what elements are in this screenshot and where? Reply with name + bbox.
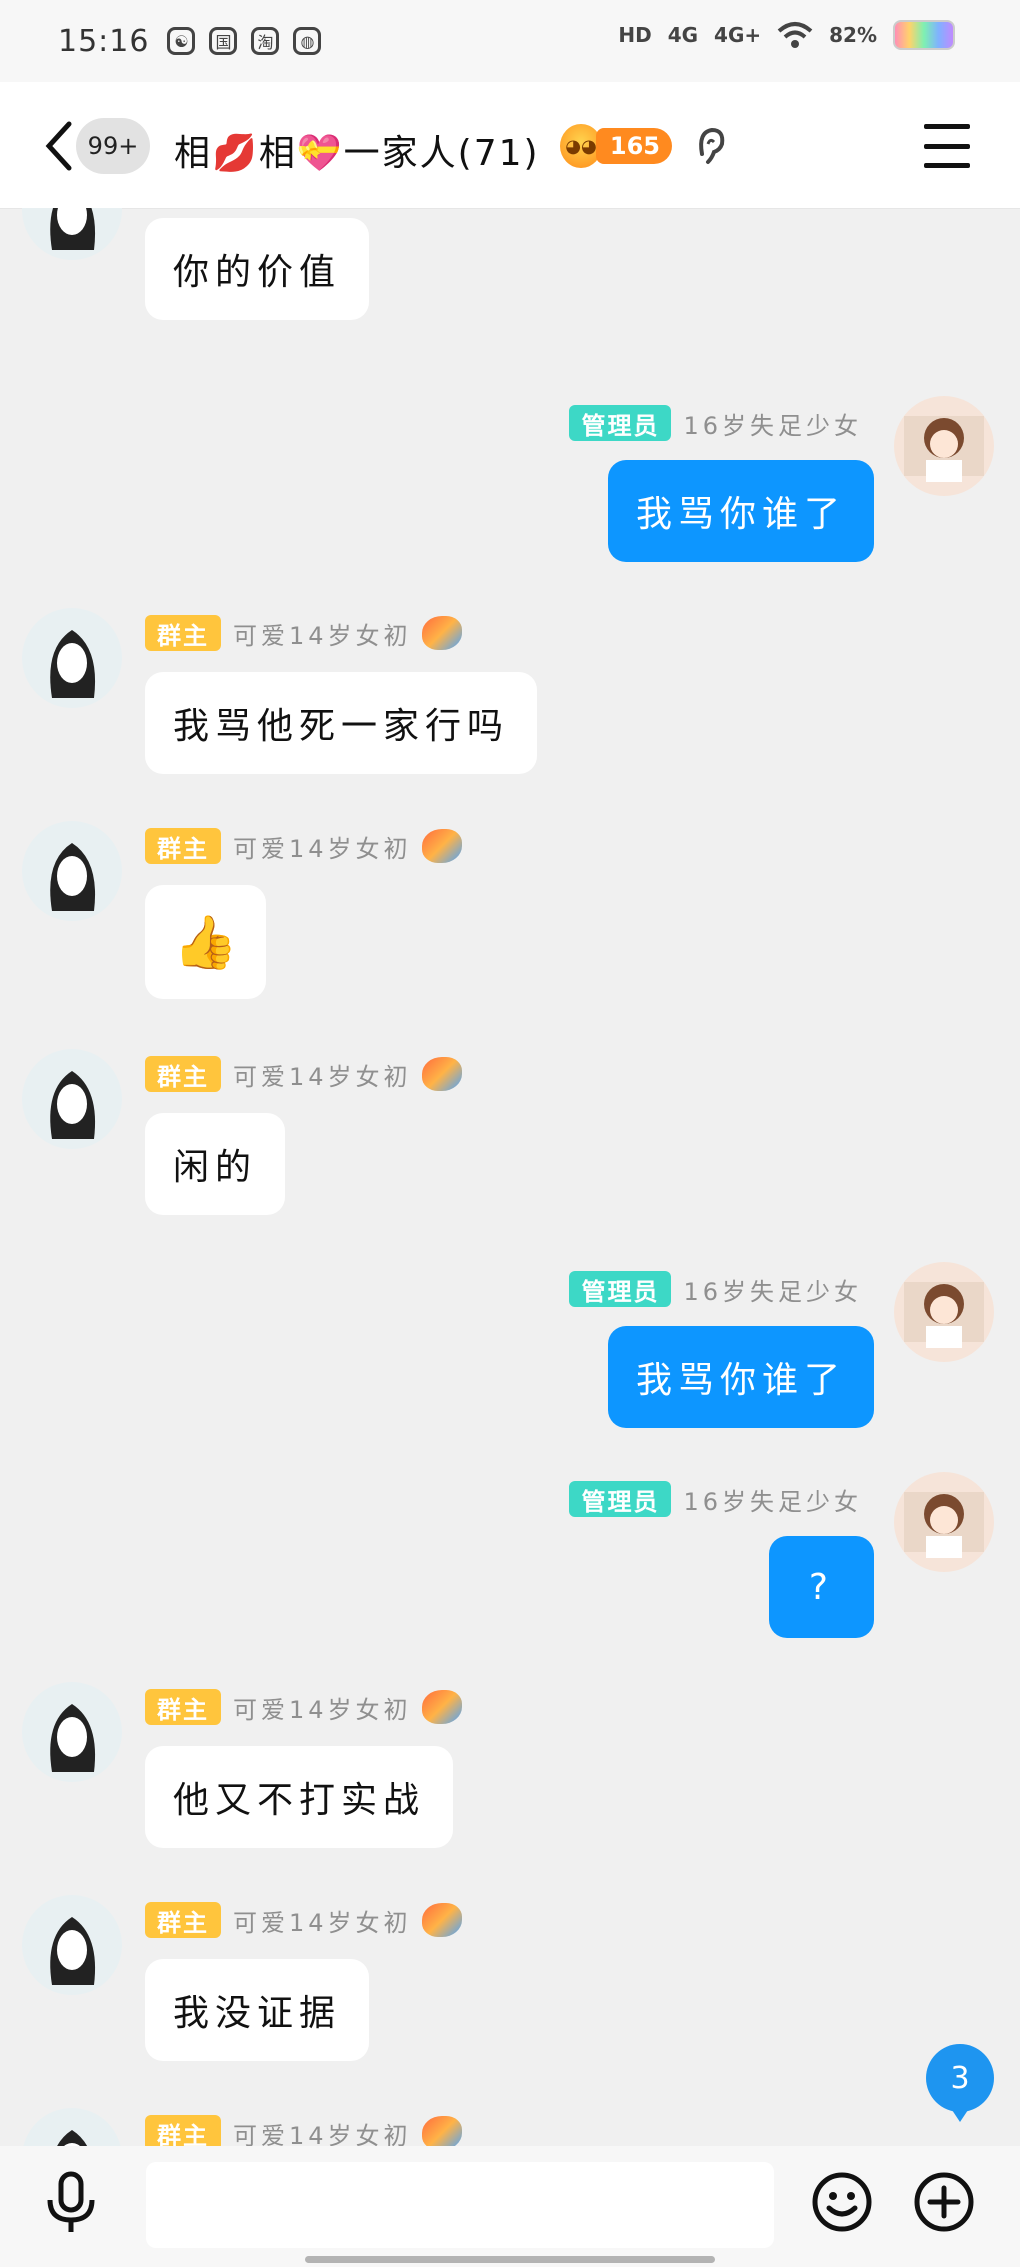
sender-meta: 群主 可爱14岁女初 [145,827,462,865]
message-input[interactable] [146,2162,774,2248]
sender-meta: 群主 可爱14岁女初 [145,2114,462,2146]
owner-badge: 群主 [145,1056,221,1092]
owner-badge: 群主 [145,1902,221,1938]
unread-count-badge[interactable]: 99+ [76,118,150,174]
member-title-icon [421,616,462,650]
network-4g-icon: 4G [667,23,699,47]
sender-nickname[interactable]: 16岁失足少女 [683,406,862,441]
status-app-icons: ☯ 国 淘 ◍ [167,27,322,55]
message-bubble[interactable]: 闲的 [145,1113,286,1215]
menu-line [924,163,970,168]
long-hair-girl-icon [50,208,95,250]
long-hair-girl-icon [50,1917,96,1985]
long-hair-girl-icon [57,2130,88,2146]
member-title-icon [421,829,462,863]
member-title-icon [421,1057,462,1091]
owner-avatar[interactable] [22,2108,122,2146]
menu-line [924,124,970,129]
hd-indicator: HD [618,23,652,47]
owner-avatar[interactable] [22,208,122,260]
owner-badge: 群主 [145,615,221,651]
battery-icon [893,20,955,50]
emoji-icon[interactable] [810,2170,874,2234]
cartoon-girl-icon [904,416,984,482]
thumbs-up-emoji-bubble[interactable]: 👍 [145,885,266,999]
menu-line [924,143,970,149]
sender-meta: 群主 可爱14岁女初 [145,1901,462,1939]
status-time: 15:16 [58,23,150,59]
sender-meta: 群主 可爱14岁女初 [145,1055,462,1093]
owner-avatar[interactable] [22,821,122,921]
app-notification-icon: ☯ [167,27,196,55]
plus-circle-icon[interactable] [912,2170,976,2234]
message-bubble[interactable]: ? [768,1536,874,1638]
menu-button[interactable] [924,124,970,168]
home-indicator[interactable] [305,2256,715,2263]
long-hair-girl-icon [50,630,96,698]
network-4g-plus-icon: 4G+ [714,23,762,47]
ear-icon[interactable] [690,124,730,168]
input-bar [0,2146,1020,2267]
chat-area[interactable]: 群主 可爱14岁女初 你的价值 管理员 16岁失足少女 我骂你谁了 群主 可爱1… [0,208,1020,2146]
sender-nickname[interactable]: 可爱14岁女初 [233,2116,412,2147]
cartoon-girl-icon [904,1492,984,1558]
status-bar: 15:16 ☯ 国 淘 ◍ HD 4G 4G+ 82% [0,0,1020,82]
chevron-left-icon [45,121,72,171]
long-hair-girl-icon [50,1704,96,1772]
app-notification-icon: 淘 [251,27,280,55]
app-notification-icon: 国 [209,27,238,55]
fire-count: 165 [595,128,672,164]
admin-avatar[interactable] [894,1262,994,1362]
sender-meta: 群主 可爱14岁女初 [145,614,462,652]
owner-badge: 群主 [145,1689,221,1725]
owner-avatar[interactable] [22,1895,122,1995]
long-hair-girl-icon [50,843,96,911]
long-hair-girl-icon [50,1071,96,1139]
sender-meta: 群主 可爱14岁女初 [145,1688,462,1726]
message-bubble[interactable]: 我骂你谁了 [607,1326,874,1428]
sender-nickname[interactable]: 16岁失足少女 [683,1272,862,1307]
wifi-icon [777,22,813,48]
owner-avatar[interactable] [22,608,122,708]
sender-nickname[interactable]: 可爱14岁女初 [233,1903,412,1938]
sender-meta: 管理员 16岁失足少女 [569,1270,862,1308]
owner-avatar[interactable] [22,1049,122,1149]
back-button[interactable] [38,118,78,174]
sender-meta: 管理员 16岁失足少女 [569,404,862,442]
owner-badge: 群主 [145,2115,221,2146]
cartoon-girl-icon [904,1282,984,1348]
app-notification-icon: ◍ [293,27,322,55]
message-bubble[interactable]: 我骂他死一家行吗 [145,672,538,774]
message-bubble[interactable]: 他又不打实战 [145,1746,454,1848]
admin-badge: 管理员 [569,1481,672,1517]
group-fire-badge[interactable]: ◕◕ 165 [560,122,672,170]
battery-percent: 82% [829,23,877,47]
group-title[interactable]: 相💋相💝一家人(71) [174,124,540,176]
sender-nickname[interactable]: 可爱14岁女初 [233,1690,412,1725]
sender-meta: 管理员 16岁失足少女 [569,1480,862,1518]
chat-header: 99+ 相💋相💝一家人(71) ◕◕ 165 [0,82,1020,208]
admin-avatar[interactable] [894,396,994,496]
owner-badge: 群主 [145,828,221,864]
owner-avatar[interactable] [22,1682,122,1782]
microphone-icon[interactable] [42,2170,100,2234]
admin-avatar[interactable] [894,1472,994,1572]
sender-nickname[interactable]: 可爱14岁女初 [233,1057,412,1092]
sender-nickname[interactable]: 可爱14岁女初 [233,616,412,651]
member-title-icon [421,2116,462,2146]
message-bubble[interactable]: 你的价值 [145,218,370,320]
message-bubble[interactable]: 我没证据 [145,1959,370,2061]
admin-badge: 管理员 [569,405,672,441]
admin-badge: 管理员 [569,1271,672,1307]
member-title-icon [421,1690,462,1724]
sender-nickname[interactable]: 16岁失足少女 [683,1482,862,1517]
member-title-icon [421,1903,462,1937]
sender-nickname[interactable]: 可爱14岁女初 [233,829,412,864]
message-bubble[interactable]: 我骂你谁了 [607,460,874,562]
new-messages-badge[interactable]: 3 [926,2044,994,2122]
